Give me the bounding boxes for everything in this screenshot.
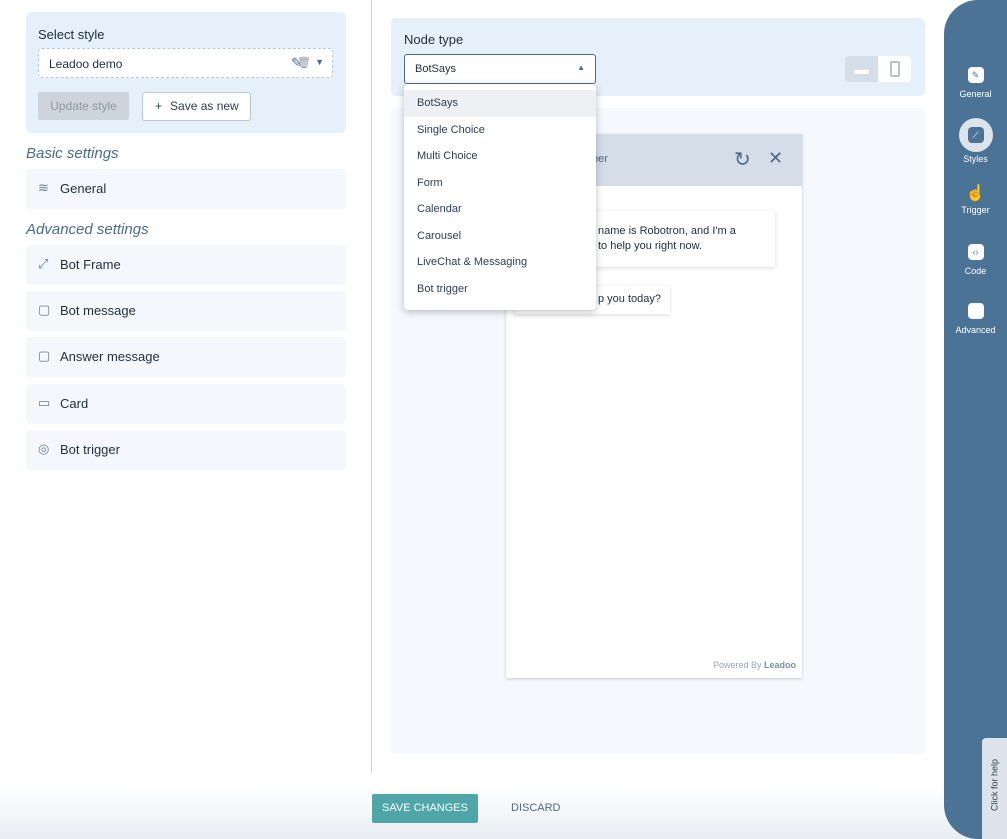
node-type-value: BotSays [415,63,456,75]
trash-icon[interactable]: 🗑 [297,56,311,69]
chevron-up-icon: ▲ [577,63,585,72]
save-as-new-label: Save as new [170,99,239,113]
footer-bar [0,785,1007,839]
app-badge-icon [967,303,984,319]
message-text: p you today? [598,293,661,305]
item-label: General [60,181,107,196]
option-calendar[interactable]: Calendar [404,196,596,223]
node-type-select[interactable]: BotSays ▲ [404,54,596,84]
option-single-choice[interactable]: Single Choice [404,117,596,144]
brush-icon: ⟋ [967,127,984,143]
hand-pointer-icon: ☝ [965,185,986,202]
basic-settings-heading: Basic settings [26,145,119,162]
settings-item-general[interactable]: ≋ General [26,169,346,209]
option-carousel[interactable]: Carousel [404,223,596,250]
message-text: to help you right now. [598,240,702,252]
divider [371,0,372,773]
advanced-settings-heading: Advanced settings [26,221,149,238]
chat-bubble-icon: ▢ [38,302,51,317]
option-livechat[interactable]: LiveChat & Messaging [404,249,596,276]
sidebar-item-general[interactable]: ✎ General [944,67,1007,99]
close-icon[interactable]: ✕ [768,148,783,169]
help-label: Click for help [989,758,1000,812]
option-multi-choice[interactable]: Multi Choice [404,143,596,170]
option-botsays[interactable]: BotSays [404,90,596,117]
chevron-down-icon[interactable]: ▼ [315,57,324,67]
item-label: Bot message [60,303,136,318]
item-label: Bot trigger [60,442,120,457]
right-sidebar: ✎ General ⟋ Styles ☝ Trigger ‹› Code Advance… [944,0,1007,839]
settings-item-answer-message[interactable]: ▢ Answer message [26,337,346,377]
sidebar-item-advanced[interactable]: Advanced [944,303,1007,335]
device-toggle: ▬ [845,56,911,82]
sidebar-item-trigger[interactable]: ☝ Trigger [944,183,1007,215]
node-type-dropdown: BotSays Single Choice Multi Choice Form … [404,84,596,310]
refresh-icon[interactable]: ↻ [734,147,751,172]
item-label: Answer message [60,349,160,364]
settings-item-bot-frame[interactable]: ⤢ Bot Frame [26,245,346,285]
style-select[interactable]: Leadoo demo ✎ 🗑 ▼ [38,48,333,78]
chat-bubble-icon: ▢ [38,348,51,363]
update-style-button[interactable]: Update style [38,92,129,120]
help-tab[interactable]: Click for help [982,738,1007,839]
sidebar-item-code[interactable]: ‹› Code [944,244,1007,276]
select-style-label: Select style [38,27,105,42]
style-select-value: Leadoo demo [49,57,123,71]
settings-item-bot-message[interactable]: ▢ Bot message [26,291,346,331]
option-bot-trigger[interactable]: Bot trigger [404,276,596,303]
node-type-label: Node type [404,32,464,47]
item-label: Card [60,396,89,411]
desktop-icon[interactable]: ▬ [845,56,878,82]
code-icon: ‹› [967,244,984,260]
save-as-new-button[interactable]: + Save as new [142,92,251,121]
layers-icon: ≋ [38,180,49,195]
target-icon: ◎ [38,441,50,456]
option-form[interactable]: Form [404,170,596,197]
settings-item-bot-trigger[interactable]: ◎ Bot trigger [26,430,346,470]
settings-item-card[interactable]: ▭ Card [26,384,346,424]
pencil-icon: ✎ [967,67,984,83]
card-icon: ▭ [38,395,51,410]
powered-by: Powered By Leadoo [712,660,796,670]
discard-button[interactable]: DISCARD [511,802,561,814]
item-label: Bot Frame [60,257,121,272]
sidebar-item-styles[interactable]: ⟋ Styles [944,118,1007,164]
message-text: name is Robotron, and I'm a [598,225,736,237]
save-changes-button[interactable]: SAVE CHANGES [372,794,478,823]
mobile-icon[interactable] [890,61,900,77]
plus-icon: + [155,99,163,113]
resize-icon: ⤢ [38,256,49,271]
